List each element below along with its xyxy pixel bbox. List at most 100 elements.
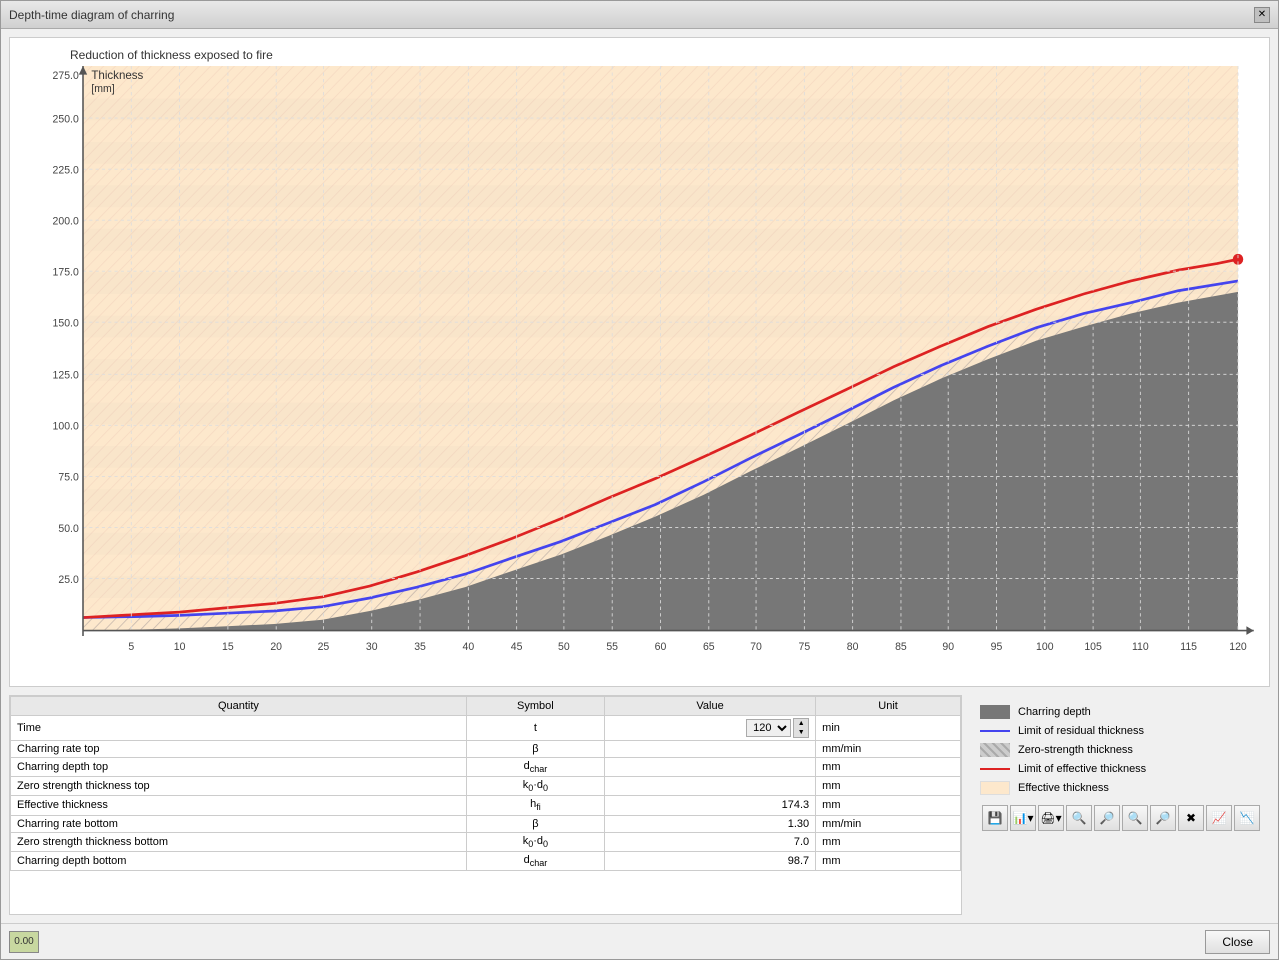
toolbar-buttons: 💾 📊▾ 🖨▾ 🔍 🔎 🔍 🔎 ✖ 📈 📉 (980, 805, 1260, 831)
toolbar-zoom-out[interactable]: 🔎 (1094, 805, 1120, 831)
toolbar-chart-type2[interactable]: 📉 (1234, 805, 1260, 831)
legend-charring-depth: Charring depth (980, 705, 1260, 719)
bottom-area: Quantity Symbol Value Unit Timet120▲▼min… (9, 695, 1270, 915)
svg-text:75.0: 75.0 (58, 472, 78, 484)
svg-text:120: 120 (1229, 641, 1247, 653)
chart-container: 25.0 50.0 75.0 100.0 125.0 150.0 175.0 2… (20, 66, 1259, 674)
cell-symbol: k0·d0 (466, 832, 604, 851)
toolbar-zoom-reset[interactable]: 🔎 (1150, 805, 1176, 831)
chart-area: Reduction of thickness exposed to fire (9, 37, 1270, 687)
table-row: Charring depth bottomdchar98.7mm (11, 851, 961, 870)
cell-symbol: β (466, 741, 604, 758)
toolbar-zoom-in[interactable]: 🔍 (1066, 805, 1092, 831)
legend-label-effective-thick: Effective thickness (1018, 782, 1109, 794)
legend-swatch-effective-thick (980, 781, 1010, 795)
cell-quantity: Charring rate bottom (11, 815, 467, 832)
svg-text:75: 75 (799, 641, 811, 653)
svg-text:100: 100 (1036, 641, 1054, 653)
legend-swatch-charring (980, 705, 1010, 719)
window-close-button[interactable]: ✕ (1254, 7, 1270, 23)
cell-symbol: dchar (466, 758, 604, 777)
legend-label-effective-line: Limit of effective thickness (1018, 763, 1146, 775)
legend-residual-line: Limit of residual thickness (980, 725, 1260, 737)
svg-text:15: 15 (222, 641, 234, 653)
svg-text:100.0: 100.0 (53, 421, 79, 433)
svg-text:45: 45 (511, 641, 523, 653)
legend-zero-strength: Zero-strength thickness (980, 743, 1260, 757)
svg-text:50.0: 50.0 (58, 523, 78, 535)
cell-symbol: β (466, 815, 604, 832)
svg-text:30: 30 (366, 641, 378, 653)
legend-label-zero: Zero-strength thickness (1018, 744, 1133, 756)
cell-unit: mm/min (816, 741, 961, 758)
toolbar-zoom-area[interactable]: 🔍 (1122, 805, 1148, 831)
cell-value: 174.3 (604, 796, 815, 815)
cell-quantity: Charring depth top (11, 758, 467, 777)
cell-unit: mm (816, 758, 961, 777)
svg-text:65: 65 (703, 641, 715, 653)
svg-text:80: 80 (847, 641, 859, 653)
svg-text:250.0: 250.0 (53, 113, 79, 125)
svg-text:20: 20 (270, 641, 282, 653)
svg-text:5: 5 (128, 641, 134, 653)
svg-text:125.0: 125.0 (53, 370, 79, 382)
cell-symbol: dchar (466, 851, 604, 870)
cell-quantity: Zero strength thickness top (11, 777, 467, 796)
table-row: Charring rate topβ mm/min (11, 741, 961, 758)
window-title: Depth-time diagram of charring (9, 8, 174, 22)
legend-label-residual: Limit of residual thickness (1018, 725, 1144, 737)
footer-indicator: 0.00 (9, 931, 39, 953)
legend-label-charring: Charring depth (1018, 706, 1091, 718)
svg-text:60: 60 (655, 641, 667, 653)
svg-text:110: 110 (1132, 641, 1149, 653)
svg-text:95: 95 (991, 641, 1003, 653)
table-row: Charring rate bottomβ1.30mm/min (11, 815, 961, 832)
chart-title: Reduction of thickness exposed to fire (70, 48, 1259, 62)
legend-swatch-zero (980, 743, 1010, 757)
footer-bar: 0.00 Close (1, 923, 1278, 959)
cell-unit: mm/min (816, 815, 961, 832)
cell-unit: mm (816, 777, 961, 796)
table-row: Zero strength thickness bottomk0·d07.0mm (11, 832, 961, 851)
legend-effective-line: Limit of effective thickness (980, 763, 1260, 775)
svg-text:[mm]: [mm] (91, 83, 114, 95)
close-button[interactable]: Close (1205, 930, 1270, 954)
toolbar-save[interactable]: 💾 (982, 805, 1008, 831)
toolbar-print[interactable]: 🖨▾ (1038, 805, 1064, 831)
cell-symbol: hfi (466, 796, 604, 815)
title-bar: Depth-time diagram of charring ✕ (1, 1, 1278, 29)
svg-text:55: 55 (606, 641, 618, 653)
cell-value: 1.30 (604, 815, 815, 832)
cell-quantity: Time (11, 716, 467, 741)
svg-text:35: 35 (414, 641, 426, 653)
svg-text:85: 85 (895, 641, 907, 653)
main-window: Depth-time diagram of charring ✕ Reducti… (0, 0, 1279, 960)
svg-text:25: 25 (318, 641, 330, 653)
toolbar-chart-type1[interactable]: 📈 (1206, 805, 1232, 831)
spinner-down[interactable]: ▼ (794, 728, 808, 737)
svg-text:50: 50 (558, 641, 570, 653)
footer-value: 0.00 (14, 936, 33, 947)
legend-effective-thickness: Effective thickness (980, 781, 1260, 795)
svg-text:25.0: 25.0 (58, 574, 78, 586)
cell-value: 7.0 (604, 832, 815, 851)
spinner-up[interactable]: ▲ (794, 719, 808, 728)
toolbar-reset[interactable]: ✖ (1178, 805, 1204, 831)
svg-text:40: 40 (463, 641, 475, 653)
cell-unit: min (816, 716, 961, 741)
table-row: Zero strength thickness topk0·d0 mm (11, 777, 961, 796)
time-select[interactable]: 120 (746, 719, 791, 737)
svg-text:115: 115 (1180, 641, 1197, 653)
svg-text:175.0: 175.0 (53, 266, 79, 278)
svg-text:150.0: 150.0 (53, 317, 79, 329)
toolbar-export[interactable]: 📊▾ (1010, 805, 1036, 831)
cell-quantity: Zero strength thickness bottom (11, 832, 467, 851)
legend-swatch-effective-line (980, 768, 1010, 770)
col-symbol: Symbol (466, 697, 604, 716)
table-row: Effective thicknesshfi174.3mm (11, 796, 961, 815)
table-row: Timet120▲▼min (11, 716, 961, 741)
cell-value: 98.7 (604, 851, 815, 870)
cell-quantity: Charring rate top (11, 741, 467, 758)
cell-value[interactable]: 120▲▼ (604, 716, 815, 741)
cell-symbol: k0·d0 (466, 777, 604, 796)
